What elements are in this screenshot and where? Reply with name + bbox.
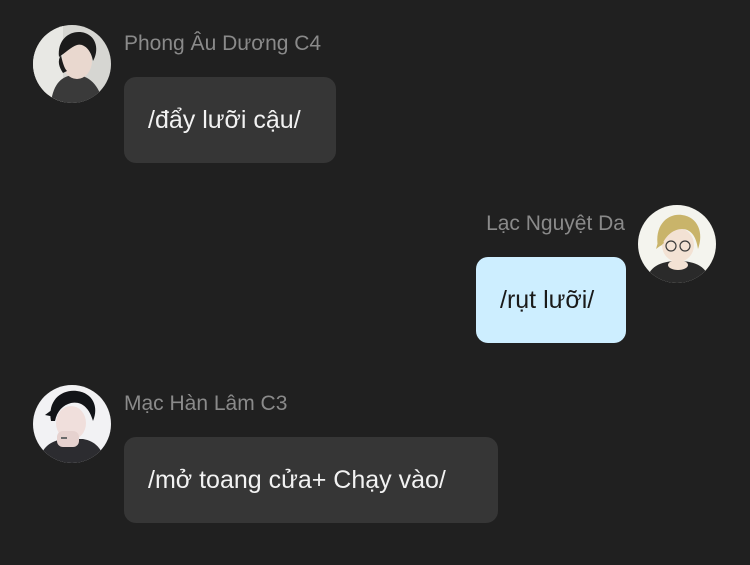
message-bubble[interactable]: /mở toang cửa+ Chạy vào/ — [124, 437, 498, 523]
message-bubble[interactable]: /đẩy lưỡi cậu/ — [124, 77, 336, 163]
avatar-icon[interactable] — [638, 205, 716, 283]
sender-name: Lạc Nguyệt Da — [486, 212, 625, 235]
sender-name: Phong Âu Dương C4 — [124, 32, 322, 55]
avatar-icon[interactable] — [33, 25, 111, 103]
avatar-icon[interactable] — [33, 385, 111, 463]
sender-name: Mạc Hàn Lâm C3 — [124, 392, 288, 415]
message-bubble[interactable]: /rụt lưỡi/ — [476, 257, 626, 343]
